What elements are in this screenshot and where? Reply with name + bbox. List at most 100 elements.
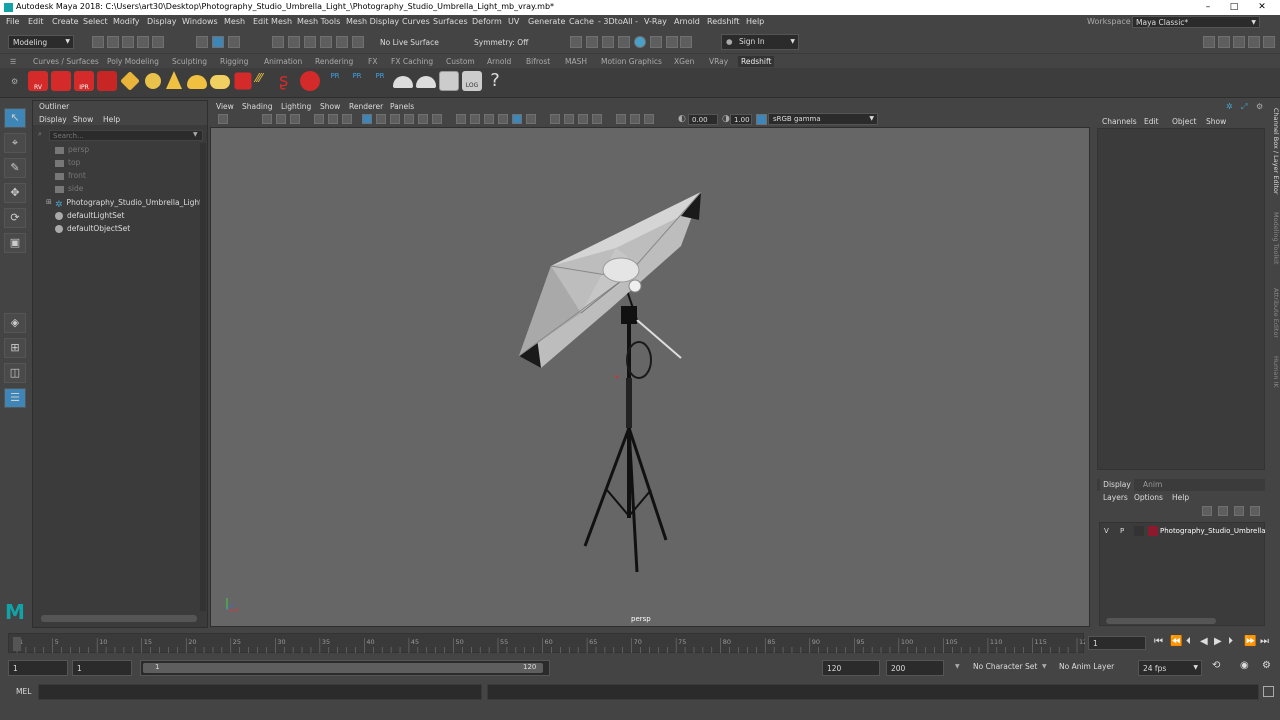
animation-preferences-icon[interactable]: ⚙ (1262, 660, 1271, 671)
float-panel-icon[interactable]: ⤢ (1241, 102, 1247, 112)
resolution-gate-icon[interactable] (592, 114, 602, 124)
outliner-item-default-object-set[interactable]: defaultObjectSet (55, 224, 130, 233)
viewport-menu-lighting[interactable]: Lighting (281, 102, 311, 111)
menu-redshift[interactable]: Redshift (707, 17, 739, 26)
shelf-tab-xgen[interactable]: XGen (674, 57, 694, 66)
animation-end-field[interactable]: 200 (886, 660, 944, 676)
open-scene-icon[interactable] (107, 36, 119, 48)
menu-create[interactable]: Create (52, 17, 79, 26)
gamma-field[interactable]: 1.00 (730, 114, 752, 125)
layer-color-swatch[interactable] (1148, 526, 1158, 536)
layer-playback-toggle[interactable]: P (1120, 527, 1124, 535)
select-component-icon[interactable] (228, 36, 240, 48)
anim-layer-label[interactable]: No Anim Layer (1059, 662, 1114, 671)
play-forwards-icon[interactable]: ▶ (1214, 636, 1222, 647)
layers-menu-options[interactable]: Options (1134, 493, 1163, 502)
shelf-tab-mash[interactable]: MASH (565, 57, 587, 66)
redshift-dome-light-icon[interactable] (145, 73, 161, 89)
wireframe-icon[interactable] (362, 114, 372, 124)
outliner-menu-help[interactable]: Help (103, 115, 120, 124)
outliner-item-front[interactable]: front (55, 171, 86, 180)
exposure-field[interactable]: 0.00 (688, 114, 718, 125)
grease-pencil-icon[interactable] (314, 114, 324, 124)
isolate-select-icon[interactable] (550, 114, 560, 124)
chevron-down-icon[interactable]: ▼ (193, 131, 198, 138)
save-scene-icon[interactable] (122, 36, 134, 48)
snap-live-icon[interactable] (336, 36, 348, 48)
shelf-tab-sculpting[interactable]: Sculpting (172, 57, 207, 66)
chevron-down-icon[interactable]: ▼ (1042, 663, 1047, 670)
shelf-tab-custom[interactable]: Custom (446, 57, 475, 66)
menu-mesh-tools[interactable]: Mesh Tools (297, 17, 340, 26)
time-slider[interactable]: 1 5 10 15 20 25 30 35 40 45 50 55 60 65 70 75 80 85 90 95 10… (8, 633, 1091, 653)
paint-select-tool-icon[interactable]: ✎ (4, 158, 26, 178)
menu-deform[interactable]: Deform (472, 17, 502, 26)
color-management-icon[interactable] (756, 114, 767, 125)
xray-active-icon[interactable] (564, 114, 574, 124)
snap-point-icon[interactable] (304, 36, 316, 48)
isolate-icon[interactable] (328, 114, 338, 124)
outliner-item-top[interactable]: top (55, 158, 80, 167)
workspace-dropdown[interactable]: Maya Classic* ▼ (1132, 16, 1260, 28)
select-tool-icon[interactable]: ↖ (4, 108, 26, 128)
shelf-menu-icon[interactable]: ☰ (10, 58, 16, 66)
redshift-portal-light-icon[interactable]: ⁄⁄⁄ (256, 71, 276, 91)
side-tab-channel-box[interactable]: Channel Box / Layer Editor (1268, 108, 1280, 200)
play-backwards-icon[interactable]: ◀ (1200, 636, 1208, 647)
view-transform-dropdown[interactable]: sRGB gamma ▼ (768, 113, 878, 125)
ambient-occlusion-icon[interactable] (484, 114, 494, 124)
menu-mesh[interactable]: Mesh (224, 17, 245, 26)
redshift-environment-icon[interactable] (416, 76, 436, 88)
render-frame-icon[interactable] (586, 36, 598, 48)
character-set-label[interactable]: No Character Set (973, 662, 1037, 671)
new-layer-from-selected-icon[interactable] (1250, 506, 1260, 516)
outliner-layout-icon[interactable]: ☰ (4, 388, 26, 408)
snap-curve-icon[interactable] (288, 36, 300, 48)
channels-menu-edit[interactable]: Edit (1144, 117, 1159, 126)
redshift-render-options-icon[interactable] (439, 71, 459, 91)
four-view-layout-icon[interactable]: ⊞ (4, 338, 26, 358)
redshift-mesh-light-icon[interactable] (234, 72, 252, 90)
redshift-area-light-icon[interactable] (120, 71, 140, 91)
range-slider-handle[interactable] (143, 663, 543, 673)
command-language-label[interactable]: MEL (16, 687, 31, 696)
menu-modify[interactable]: Modify (113, 17, 140, 26)
menu-mesh-display[interactable]: Mesh Display (346, 17, 399, 26)
layer-display-type-toggle[interactable] (1134, 526, 1144, 536)
snap-view-plane-icon[interactable] (320, 36, 332, 48)
perspective-viewport[interactable]: + persp (210, 127, 1090, 627)
playback-start-field[interactable]: 1 (72, 660, 132, 676)
outliner-item-persp[interactable]: persp (55, 145, 89, 154)
channels-menu-object[interactable]: Object (1172, 117, 1196, 126)
minimize-button[interactable]: – (1196, 1, 1220, 14)
step-back-key-icon[interactable]: ⏪ (1170, 636, 1182, 647)
layer-tab-anim[interactable]: Anim (1143, 480, 1162, 489)
camera-gate-icon[interactable] (578, 114, 588, 124)
redshift-log-icon[interactable]: LOG (462, 71, 482, 91)
current-time-marker[interactable] (13, 637, 21, 651)
shelf-tab-vray[interactable]: VRay (709, 57, 728, 66)
render-setup-icon[interactable] (650, 36, 662, 48)
redshift-ipr-icon[interactable]: IPR (74, 71, 94, 91)
shelf-tab-fx[interactable]: FX (368, 57, 377, 66)
xray-icon[interactable] (456, 114, 466, 124)
redshift-render-icon[interactable] (51, 71, 71, 91)
move-layer-down-icon[interactable] (1218, 506, 1228, 516)
outliner-item-default-light-set[interactable]: defaultLightSet (55, 211, 124, 220)
layer-tab-display[interactable]: Display (1100, 479, 1134, 491)
shelf-tab-fx-caching[interactable]: FX Caching (391, 57, 433, 66)
menu-edit-mesh[interactable]: Edit Mesh (253, 17, 292, 26)
maximize-button[interactable]: □ (1222, 1, 1246, 14)
shelf-tab-curves-surfaces[interactable]: Curves / Surfaces (33, 57, 99, 66)
loop-icon[interactable]: ⟲ (1212, 660, 1220, 671)
field-chart-icon[interactable] (616, 114, 626, 124)
single-perspective-layout-icon[interactable]: ◈ (4, 313, 26, 333)
redshift-pr-material-icon[interactable]: PR (325, 71, 345, 91)
menu-select[interactable]: Select (83, 17, 108, 26)
bookmark-icon[interactable] (262, 114, 272, 124)
redshift-sphere-icon[interactable] (300, 71, 320, 91)
menu-vray[interactable]: V-Ray (644, 17, 667, 26)
help-icon[interactable]: ? (485, 71, 505, 91)
layer-name[interactable]: Photography_Studio_Umbrella (1160, 527, 1266, 535)
two-view-layout-icon[interactable]: ◫ (4, 363, 26, 383)
